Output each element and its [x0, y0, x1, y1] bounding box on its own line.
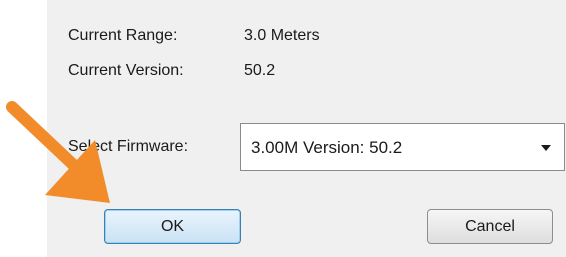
cancel-button[interactable]: Cancel [427, 209, 553, 244]
current-version-value: 50.2 [244, 62, 276, 79]
current-range-value: 3.0 Meters [244, 27, 320, 44]
current-version-label: Current Version: [68, 62, 184, 79]
chevron-down-icon[interactable] [541, 145, 551, 151]
cancel-button-label: Cancel [465, 217, 515, 235]
firmware-select[interactable]: 3.00M Version: 50.2 [240, 123, 565, 171]
firmware-select-value: 3.00M Version: 50.2 [251, 138, 403, 157]
ok-button-label: OK [160, 217, 185, 235]
current-range-label: Current Range: [68, 27, 178, 44]
arrow-shaft [6, 101, 88, 179]
arrow-pointer-icon [6, 101, 110, 203]
